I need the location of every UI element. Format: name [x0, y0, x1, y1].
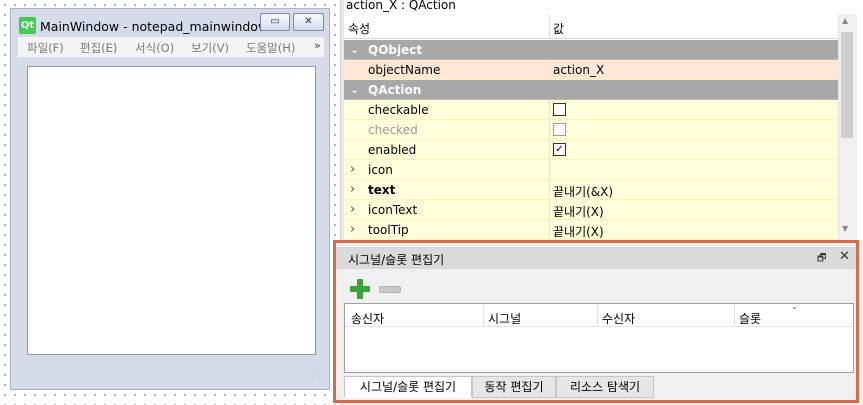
property-editor: action_X : QAction 속성 값 ⌄ QObject object…: [344, 0, 863, 240]
property-row-objectname[interactable]: objectName action_X: [344, 60, 838, 80]
close-dock-icon[interactable]: ✕: [839, 249, 850, 264]
expand-arrow-icon[interactable]: ›: [350, 162, 355, 177]
value-separator: [549, 180, 550, 200]
value-separator: [549, 120, 550, 140]
property-row-tooltip[interactable]: › toolTip 끝내기(X): [344, 220, 838, 240]
property-name: iconText: [368, 203, 418, 217]
column-header-signal[interactable]: 시그널: [488, 310, 521, 327]
property-row-icon[interactable]: › icon: [344, 160, 838, 180]
minimize-button[interactable]: ▭: [260, 13, 290, 31]
connections-table[interactable]: 송신자 시그널 수신자 슬롯 ⌄: [344, 302, 854, 373]
scroll-up-icon[interactable]: ▲: [842, 16, 848, 25]
tab-signal-slot-editor[interactable]: 시그널/슬롯 편집기: [344, 376, 472, 398]
add-connection-button[interactable]: [350, 279, 370, 299]
menu-bar: 파일(F) 편집(E) 서식(O) 보기(V) 도움말(H) »: [18, 37, 324, 57]
property-row-text[interactable]: › text 끝내기(&X): [344, 180, 838, 200]
collapse-arrow-icon[interactable]: ⌄: [350, 43, 359, 56]
column-header-sender[interactable]: 송신자: [351, 310, 384, 327]
expand-arrow-icon[interactable]: ›: [350, 202, 355, 217]
menu-file[interactable]: 파일(F): [27, 40, 64, 56]
group-row-qaction[interactable]: ⌄ QAction: [344, 80, 838, 100]
checked-checkbox: [553, 123, 566, 136]
property-value[interactable]: action_X: [553, 63, 604, 77]
main-window-preview[interactable]: Qt MainWindow - notepad_mainwindow.ui* ▭…: [10, 8, 330, 390]
main-window-title-bar: Qt MainWindow - notepad_mainwindow.ui* ▭…: [11, 9, 329, 39]
property-object-label: action_X : QAction: [346, 0, 456, 12]
value-separator: [549, 140, 550, 160]
value-separator: [549, 60, 550, 80]
value-separator: [549, 160, 550, 180]
group-row-qobject[interactable]: ⌄ QObject: [344, 40, 838, 60]
property-row-enabled[interactable]: enabled ✓: [344, 140, 838, 160]
scrollbar-thumb[interactable]: [841, 32, 853, 138]
property-value[interactable]: 끝내기(X): [553, 223, 604, 240]
column-separator: [734, 304, 735, 326]
property-name: icon: [368, 163, 393, 177]
main-window-title: MainWindow - notepad_mainwindow.ui*: [40, 19, 262, 34]
dock-title-bar[interactable]: 시그널/슬롯 편집기 🗗 ✕: [336, 247, 856, 269]
central-widget[interactable]: [27, 66, 316, 355]
qt-logo-icon: Qt: [19, 17, 36, 34]
scroll-down-icon[interactable]: ▼: [842, 224, 848, 233]
property-value[interactable]: 끝내기(&X): [553, 183, 613, 200]
dock-tab-bar: 시그널/슬롯 편집기 동작 편집기 리소스 탐색기: [344, 376, 854, 398]
tab-action-editor[interactable]: 동작 편집기: [472, 376, 556, 398]
group-label: QAction: [368, 83, 422, 97]
property-row-icontext[interactable]: › iconText 끝내기(X): [344, 200, 838, 220]
menu-view[interactable]: 보기(V): [191, 40, 229, 56]
expand-arrow-icon[interactable]: ›: [350, 182, 355, 197]
property-name: objectName: [368, 63, 441, 77]
collapse-arrow-icon[interactable]: ⌄: [350, 83, 359, 96]
value-separator: [549, 220, 550, 240]
expand-arrow-icon[interactable]: ›: [350, 222, 355, 237]
remove-connection-button[interactable]: [379, 286, 401, 293]
value-separator: [549, 200, 550, 220]
value-separator: [549, 100, 550, 120]
property-row-checkable[interactable]: checkable: [344, 100, 838, 120]
menu-overflow-icon[interactable]: »: [314, 39, 321, 52]
column-header-value[interactable]: 값: [553, 20, 564, 37]
tab-resource-browser[interactable]: 리소스 탐색기: [556, 376, 654, 398]
menu-format[interactable]: 서식(O): [135, 40, 174, 56]
connections-table-header: 송신자 시그널 수신자 슬롯 ⌄: [345, 302, 853, 327]
size-grip-icon[interactable]: ⋰: [311, 371, 323, 383]
property-row-checked[interactable]: checked: [344, 120, 838, 140]
property-name: checkable: [368, 103, 429, 117]
enabled-checkbox[interactable]: ✓: [553, 143, 566, 156]
property-table-header: 속성 값: [344, 14, 838, 39]
dock-title: 시그널/슬롯 편집기: [348, 253, 445, 267]
signal-slot-editor-dock: 시그널/슬롯 편집기 🗗 ✕ 송신자 시그널 수신자 슬롯 ⌄ 시그널/슬롯 편…: [333, 240, 859, 403]
sort-indicator-icon: ⌄: [791, 302, 798, 311]
plus-icon-stroke: [357, 279, 363, 299]
column-separator: [483, 304, 484, 326]
column-header-receiver[interactable]: 수신자: [602, 310, 635, 327]
property-name: text: [368, 183, 396, 197]
form-designer-canvas[interactable]: Qt MainWindow - notepad_mainwindow.ui* ▭…: [0, 0, 340, 405]
property-name: checked: [368, 123, 418, 137]
close-window-button[interactable]: ✕: [293, 13, 324, 31]
group-label: QObject: [368, 43, 423, 57]
column-separator: [597, 304, 598, 326]
property-value[interactable]: 끝내기(X): [553, 203, 604, 220]
column-header-property[interactable]: 속성: [348, 20, 370, 37]
property-scrollbar[interactable]: ▲ ▼: [838, 14, 857, 240]
float-dock-icon[interactable]: 🗗: [817, 251, 826, 268]
property-name: toolTip: [368, 223, 409, 237]
column-separator: [549, 14, 550, 38]
menu-help[interactable]: 도움말(H): [246, 40, 295, 56]
menu-edit[interactable]: 편집(E): [80, 40, 117, 56]
checkable-checkbox[interactable]: [553, 103, 566, 116]
property-name: enabled: [368, 143, 417, 157]
column-header-slot[interactable]: 슬롯: [739, 310, 761, 327]
